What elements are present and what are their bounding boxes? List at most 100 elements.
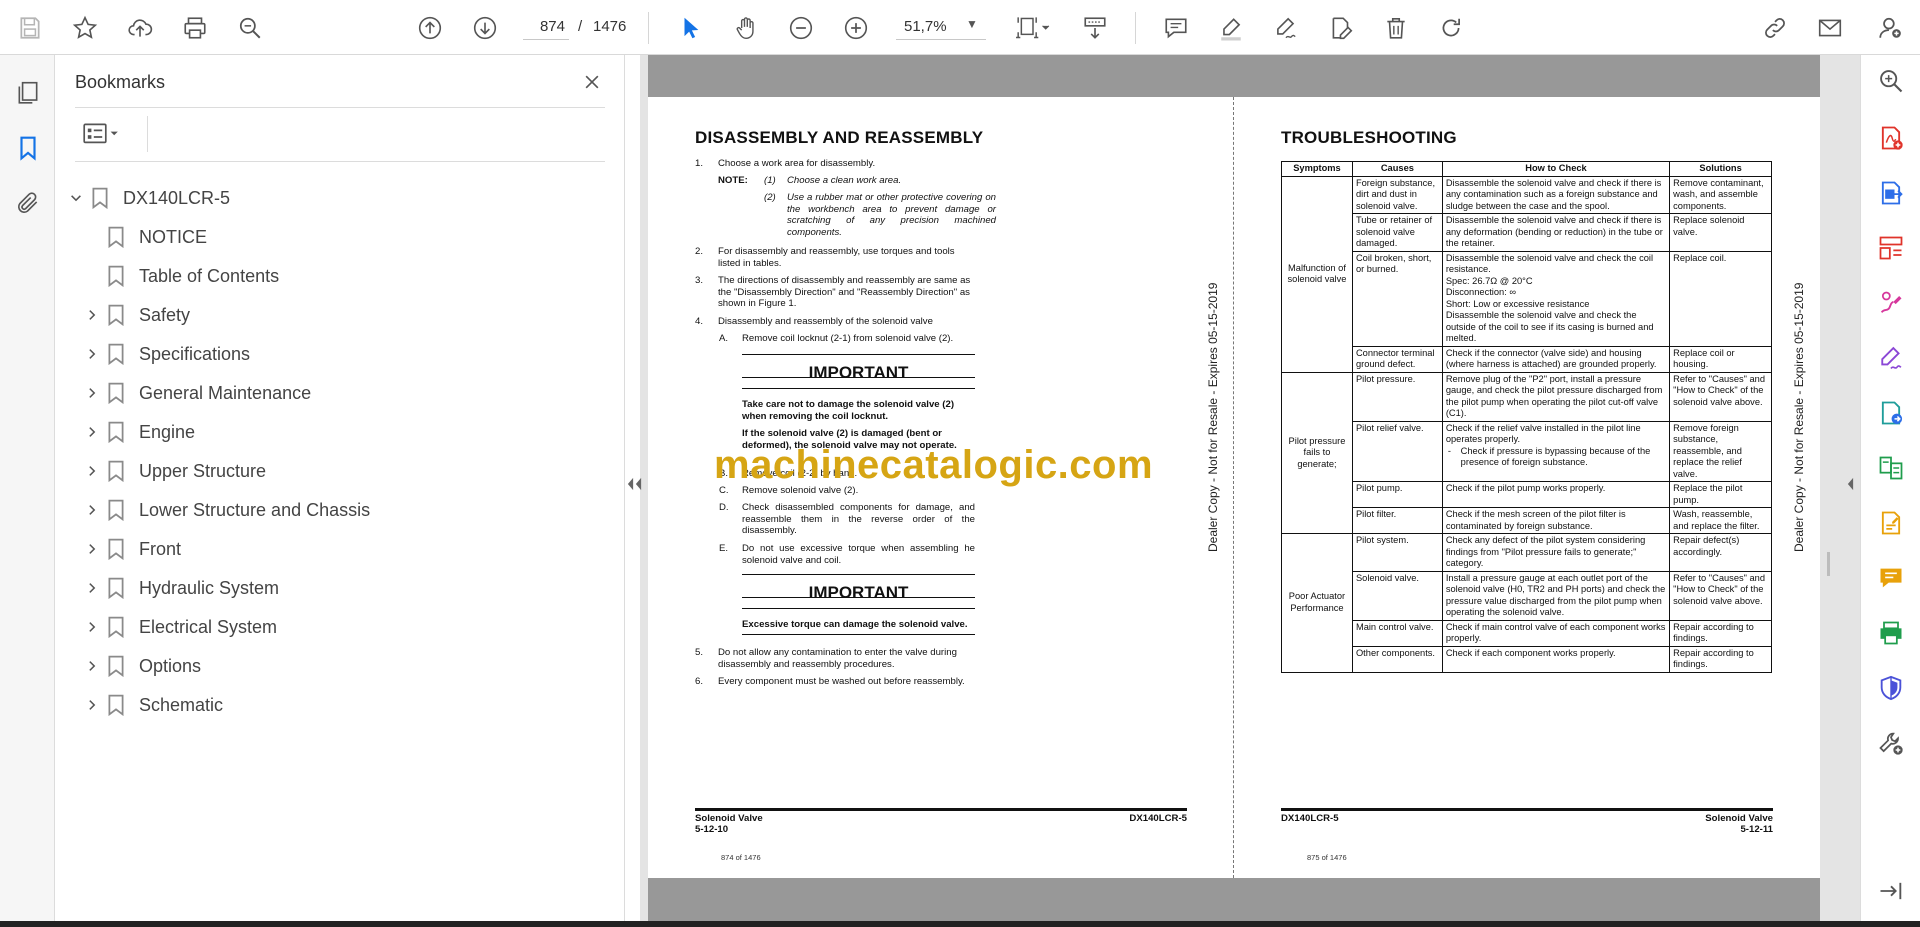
zoom-out-icon[interactable] xyxy=(785,12,817,44)
bookmark-icon xyxy=(108,226,124,248)
tree-toggle[interactable] xyxy=(83,423,101,441)
toolbar-divider xyxy=(1135,12,1136,44)
bookmark-item[interactable]: Upper Structure xyxy=(83,453,266,489)
step-number: 4. xyxy=(695,316,704,327)
tree-toggle[interactable] xyxy=(83,540,101,558)
save-icon[interactable] xyxy=(14,12,46,44)
bookmark-options-button[interactable] xyxy=(80,118,132,150)
side-watermark-text: Dealer Copy - Not for Resale - Expires 0… xyxy=(1792,282,1806,552)
chevron-left-icon xyxy=(635,477,641,491)
bookmark-item[interactable]: Electrical System xyxy=(83,609,277,645)
tree-toggle[interactable] xyxy=(83,696,101,714)
bookmark-item[interactable]: Specifications xyxy=(83,336,250,372)
create-pdf-icon[interactable] xyxy=(1875,122,1907,154)
edit-document-icon[interactable] xyxy=(1325,12,1357,44)
note-text: Use a rubber mat or other protective cov… xyxy=(787,192,996,238)
close-panel-button[interactable] xyxy=(577,67,607,97)
bookmark-item[interactable]: Schematic xyxy=(83,687,223,723)
bookmark-item[interactable]: NOTICE xyxy=(83,219,207,255)
send-for-review-icon[interactable] xyxy=(1875,397,1907,429)
bookmark-label: DX140LCR-5 xyxy=(123,187,231,208)
bookmark-star-icon[interactable] xyxy=(69,12,101,44)
edit-pdf-icon[interactable] xyxy=(1875,507,1907,539)
step-text: Choose a work area for disassembly. xyxy=(718,158,876,169)
solution-cell: Remove foreign substance, reassemble, an… xyxy=(1669,420,1772,482)
table-row: Main control valve. Check if main contro… xyxy=(1282,619,1772,647)
attachments-paperclip-icon[interactable] xyxy=(12,187,44,219)
watermark-text: machinecatalogic.com xyxy=(714,443,1154,487)
comment-tool-icon[interactable] xyxy=(1875,562,1907,594)
zoom-in-icon[interactable] xyxy=(840,12,872,44)
cause-cell: Other components. xyxy=(1351,645,1443,673)
bookmark-item[interactable]: Options xyxy=(83,648,201,684)
table-row: Pilot pressure fails to generate; Pilot … xyxy=(1281,371,1772,534)
comment-icon[interactable] xyxy=(1160,12,1192,44)
tree-toggle[interactable] xyxy=(83,462,101,480)
bookmarks-panel-icon[interactable] xyxy=(12,132,44,164)
tree-toggle[interactable] xyxy=(83,618,101,636)
previous-page-icon[interactable] xyxy=(414,12,446,44)
page-fit-icon[interactable] xyxy=(1010,12,1056,44)
expand-left-button[interactable] xyxy=(630,470,646,498)
more-tools-icon[interactable] xyxy=(1875,727,1907,759)
toolbar-divider xyxy=(147,116,148,152)
tree-toggle[interactable] xyxy=(83,501,101,519)
zoom-dropdown[interactable]: 51,7% ▼ xyxy=(896,14,986,40)
export-pdf-icon[interactable] xyxy=(1875,177,1907,209)
hand-tool-icon[interactable] xyxy=(730,12,762,44)
bookmark-item[interactable]: General Maintenance xyxy=(83,375,311,411)
bookmark-item[interactable]: DX140LCR-5 xyxy=(67,180,230,216)
table-row: Poor Actuator Performance Pilot system. … xyxy=(1281,533,1772,673)
symptom-cell: Pilot pressure fails to generate; xyxy=(1281,371,1353,534)
compare-files-icon[interactable] xyxy=(1875,452,1907,484)
request-signature-icon[interactable] xyxy=(1875,342,1907,374)
tree-toggle[interactable] xyxy=(83,345,101,363)
print-production-icon[interactable] xyxy=(1875,617,1907,649)
scrollbar-thumb[interactable] xyxy=(1827,552,1830,576)
organize-pages-icon[interactable] xyxy=(1875,232,1907,264)
bookmark-item[interactable]: Front xyxy=(83,531,181,567)
footer-title: Solenoid Valve xyxy=(1705,813,1773,824)
scroll-mode-icon[interactable] xyxy=(1079,12,1111,44)
print-icon[interactable] xyxy=(179,12,211,44)
troubleshooting-table: Symptoms Causes How to Check Solutions M… xyxy=(1281,161,1772,673)
tree-toggle[interactable] xyxy=(83,657,101,675)
chevron-down-icon xyxy=(71,195,81,202)
expand-rail-icon[interactable] xyxy=(1875,875,1907,907)
toolbar-divider xyxy=(648,12,649,44)
highlight-pen-icon[interactable] xyxy=(1215,12,1247,44)
rotate-icon[interactable] xyxy=(1435,12,1467,44)
bookmark-icon xyxy=(108,265,124,287)
next-page-icon[interactable] xyxy=(469,12,501,44)
bookmark-item[interactable]: Safety xyxy=(83,297,190,333)
draw-signature-icon[interactable] xyxy=(1270,12,1302,44)
table-row: Other components. Check if each componen… xyxy=(1282,645,1772,673)
upload-cloud-icon[interactable] xyxy=(124,12,156,44)
tree-toggle[interactable] xyxy=(67,189,85,207)
page-number-input[interactable] xyxy=(523,14,569,40)
table-row: Solenoid valve. Install a pressure gauge… xyxy=(1282,570,1772,621)
bookmark-item[interactable]: Table of Contents xyxy=(83,258,279,294)
fill-sign-icon[interactable] xyxy=(1875,287,1907,319)
find-zoom-icon[interactable] xyxy=(234,12,266,44)
select-cursor-icon[interactable] xyxy=(675,12,707,44)
divider xyxy=(742,634,975,635)
bookmark-item[interactable]: Hydraulic System xyxy=(83,570,279,606)
page-thumbnails-icon[interactable] xyxy=(12,77,44,109)
column-header: Causes xyxy=(1351,161,1443,177)
tree-toggle[interactable] xyxy=(83,384,101,402)
bookmark-item[interactable]: Lower Structure and Chassis xyxy=(83,492,370,528)
bookmarks-panel: Bookmarks DX140LCR-5 NOTICE Table of Conte… xyxy=(55,55,625,921)
footer-model: DX140LCR-5 xyxy=(1281,813,1339,824)
expand-right-pane-button[interactable] xyxy=(1842,470,1858,498)
share-link-icon[interactable] xyxy=(1759,12,1791,44)
solution-cell: Refer to "Causes" and "How to Check" of … xyxy=(1669,570,1772,621)
email-icon[interactable] xyxy=(1814,12,1846,44)
protect-shield-icon[interactable] xyxy=(1875,672,1907,704)
zoom-search-icon[interactable] xyxy=(1875,65,1907,97)
delete-trash-icon[interactable] xyxy=(1380,12,1412,44)
bookmark-item[interactable]: Engine xyxy=(83,414,195,450)
tree-toggle[interactable] xyxy=(83,579,101,597)
tree-toggle[interactable] xyxy=(83,306,101,324)
account-icon[interactable] xyxy=(1874,12,1906,44)
